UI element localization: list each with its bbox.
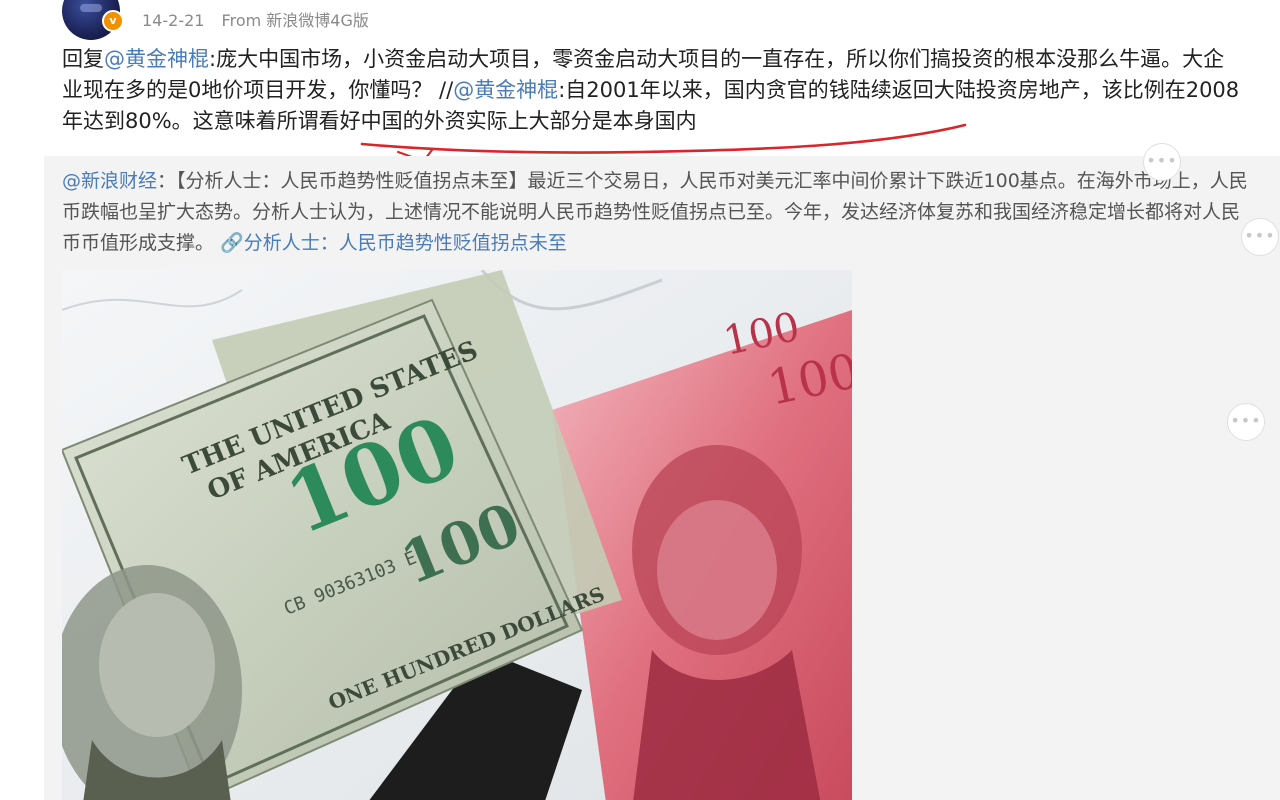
retweet-text: @新浪财经：【分析人士：人民币趋势性贬值拐点未至】最近三个交易日，人民币对美元汇… <box>62 166 1252 259</box>
link-icon: 🔗 <box>220 232 244 254</box>
weibo-post-page: v 14-2-21 From 新浪微博4G版 回复@黄金神棍:庞大中国市场，小资… <box>0 0 1280 800</box>
verified-badge-icon: v <box>102 10 124 32</box>
post-image[interactable]: 100 100 THE UNITED STATES OF AMERICA 100 <box>62 270 852 800</box>
reply-text: 回复@黄金神棍:庞大中国市场，小资金启动大项目，零资金启动大项目的一直存在，所以… <box>62 44 1242 137</box>
reply-prefix: 回复 <box>62 47 104 71</box>
more-dots-icon[interactable]: ••• <box>1241 218 1279 256</box>
post-meta: 14-2-21 From 新浪微博4G版 <box>142 7 369 31</box>
more-dots-icon[interactable]: ••• <box>1143 143 1181 181</box>
post-timestamp: 14-2-21 <box>142 11 205 30</box>
article-link[interactable]: 🔗分析人士：人民币趋势性贬值拐点未至 <box>220 232 567 254</box>
retweet-author[interactable]: @新浪财经 <box>62 170 157 192</box>
mention-link[interactable]: @黄金神棍 <box>104 47 209 71</box>
mention-link[interactable]: @黄金神棍 <box>453 78 558 102</box>
currency-photo: 100 100 THE UNITED STATES OF AMERICA 100 <box>62 270 852 800</box>
retweet-separator: ： <box>157 170 177 192</box>
post-source: From 新浪微博4G版 <box>221 11 369 30</box>
article-link-label: 分析人士：人民币趋势性贬值拐点未至 <box>243 232 567 254</box>
more-dots-icon[interactable]: ••• <box>1227 403 1265 441</box>
